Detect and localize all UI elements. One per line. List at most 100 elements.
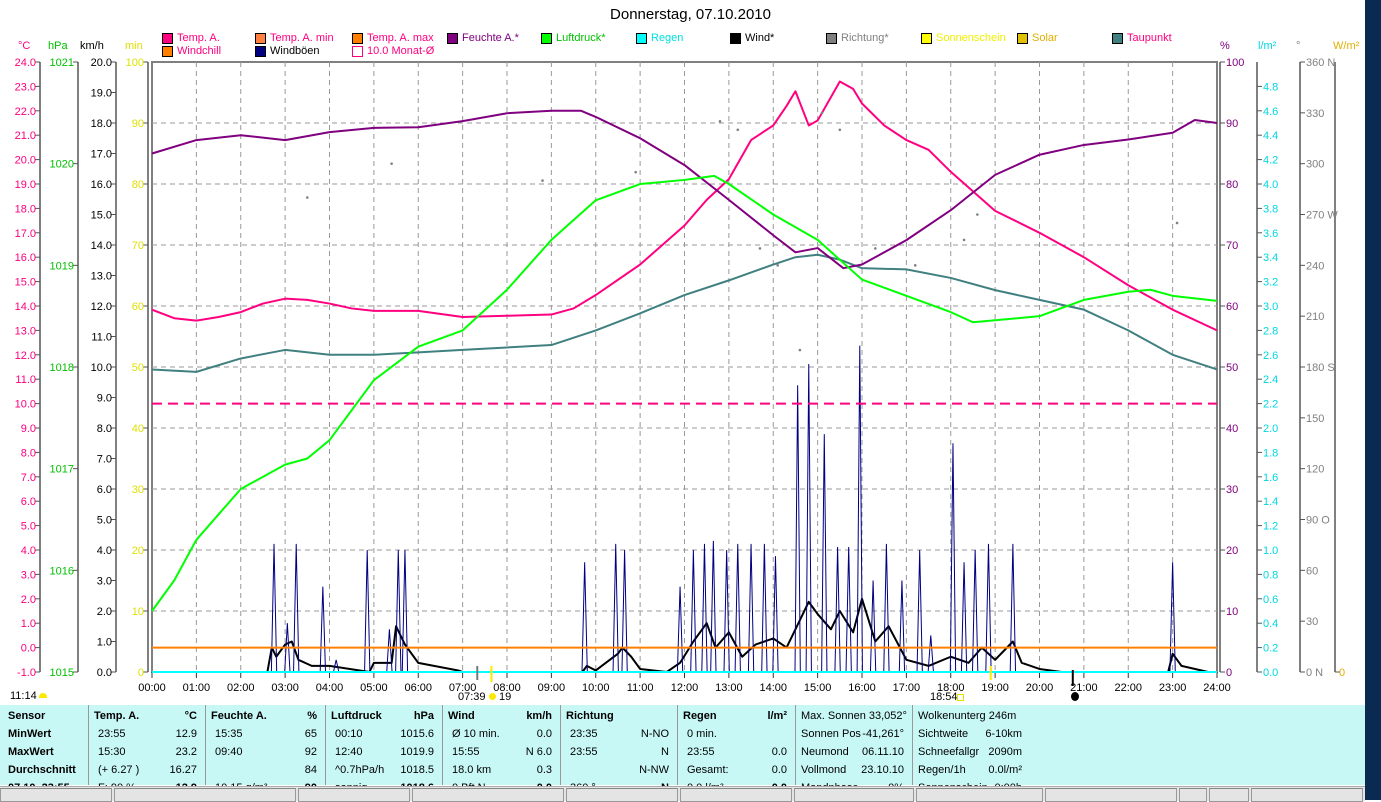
table-cell: MaxWert (8, 746, 54, 758)
sun-tick-label: 90 (132, 118, 144, 130)
sunrise-time-label: 07:39 (458, 691, 486, 703)
wind-tick-label: 6.0 (97, 484, 112, 496)
table-cell: 23.2 (175, 746, 197, 758)
x-tick-label: 03:00 (271, 682, 299, 694)
rain-tick-label: 4.0 (1263, 179, 1278, 191)
moon-time-label: 11:14 (10, 690, 37, 702)
direction-point (976, 213, 979, 216)
legend-item: Luftdruck* (541, 32, 606, 44)
temp-tick-label: 23.0 (15, 81, 36, 93)
legend-swatch (921, 32, 932, 44)
wind-tick-label: 20.0 (91, 57, 112, 69)
table-column: Richtung23:35N-NO23:55NN-NW360 °N (560, 705, 678, 794)
rain-tick-label: 1.2 (1263, 521, 1278, 533)
direction-point (874, 247, 877, 250)
temp-tick-label: 7.0 (21, 472, 36, 484)
table-column: Regenl/m²0 min.23:550.0Gesamt:0.00.0 l/m… (677, 705, 796, 794)
pressure-tick-label: 1021 (50, 57, 74, 69)
rain-tick-label: 0.2 (1263, 643, 1278, 655)
table-cell: Vollmond (801, 764, 847, 776)
table-column: Temp. A. °C 23:55 12.9 15:30 23.2 (+ 6.27 ) 16.… (88, 705, 206, 794)
table-cell: 65 (304, 728, 317, 740)
table-cell: 16.27 (169, 764, 197, 776)
sun-tick-label: 20 (132, 545, 144, 557)
direction-point (1175, 221, 1179, 225)
table-cell: 15:55 (452, 746, 480, 758)
legend-item: Solar (1017, 32, 1058, 44)
temp-tick-label: 4.0 (21, 545, 36, 557)
direction-tick-label: 360 N (1306, 57, 1335, 69)
table-cell: 1018.5 (400, 764, 434, 776)
legend-item: Sonnenschein (921, 32, 1006, 44)
table-cell: 0.0 (771, 746, 787, 758)
direction-point (776, 264, 779, 267)
wind-tick-label: 10.0 (91, 362, 112, 374)
legend-item: Wind* (730, 32, 774, 44)
table-cell: 0.0 (771, 764, 787, 776)
table-cell: 00:10 (335, 728, 363, 740)
sunset-time-label: 18:54 (930, 691, 958, 703)
humidity-tick-label: 80 (1226, 179, 1238, 191)
wind-tick-label: 9.0 (97, 393, 112, 405)
x-tick-label: 15:00 (804, 682, 832, 694)
table-cell: 09:40 (215, 746, 243, 758)
legend-swatch (352, 45, 363, 57)
humidity-tick-label: 50 (1226, 362, 1238, 374)
table-cell: 23:55 (570, 746, 598, 758)
window-background (1365, 0, 1381, 800)
direction-tick-label: 300 (1306, 159, 1324, 171)
table-cell: Richtung (566, 710, 614, 722)
table-cell: Temp. A. (94, 710, 140, 722)
table-cell: N-NO (640, 728, 669, 740)
direction-tick-label: 240 (1306, 260, 1324, 272)
direction-point (838, 128, 842, 132)
table-cell: 6-10km (985, 728, 1022, 740)
rain-tick-label: 2.8 (1263, 325, 1278, 337)
table-column: Wolkenunterg 246m Sichtweite 6-10km Schneef… (912, 705, 1112, 794)
legend-item: Regen (636, 32, 683, 44)
temp-tick-label: 0.0 (21, 643, 36, 655)
temp-tick-label: 11.0 (15, 374, 36, 386)
x-tick-label: 09:00 (538, 682, 566, 694)
rain-tick-label: 4.4 (1263, 130, 1278, 142)
table-cell: hPa (413, 710, 434, 722)
temp-tick-label: 6.0 (21, 496, 36, 508)
wind-tick-label: 8.0 (97, 423, 112, 435)
x-tick-label: 16:00 (848, 682, 876, 694)
direction-tick-label: 60 (1306, 565, 1318, 577)
rain-tick-label: 1.0 (1263, 545, 1278, 557)
table-cell: 23:55 (687, 746, 715, 758)
legend-item: Temp. A. min (255, 32, 334, 44)
table-cell: Neumond (801, 746, 849, 758)
humidity-tick-label: 20 (1226, 545, 1238, 557)
sun-icon (489, 693, 496, 700)
direction-tick-label: 180 S (1306, 362, 1335, 374)
direction-point (758, 247, 762, 250)
rain-tick-label: 3.8 (1263, 203, 1278, 215)
x-tick-label: 24:00 (1203, 682, 1231, 694)
humidity-tick-label: 70 (1226, 240, 1238, 252)
wind-tick-label: 15.0 (91, 210, 112, 222)
sun-tick-label: 100 (126, 57, 144, 69)
rain-tick-label: 1.8 (1263, 447, 1278, 459)
x-tick-label: 13:00 (715, 682, 743, 694)
rain-tick-label: 2.0 (1263, 423, 1278, 435)
table-cell: 23:35 (570, 728, 598, 740)
wind-tick-label: 0.0 (97, 667, 112, 679)
table-cell: 23.10.10 (861, 764, 904, 776)
direction-point (718, 120, 722, 123)
rain-tick-label: 0.8 (1263, 569, 1278, 581)
axis-unit-label: % (1220, 40, 1230, 52)
legend-label: Temp. A. max (367, 32, 434, 44)
legend-swatch (1017, 32, 1028, 44)
legend-label: Temp. A. min (270, 32, 334, 44)
legend-label: Luftdruck* (556, 32, 606, 44)
humidity-tick-label: 30 (1226, 484, 1238, 496)
sun-tick-label: 80 (132, 179, 144, 191)
table-cell: Sichtweite (918, 728, 969, 740)
temp-tick-label: 24.0 (15, 57, 36, 69)
table-cell: °C (184, 710, 197, 722)
rain-tick-label: 2.2 (1263, 399, 1278, 411)
direction-tick-label: 330 (1306, 108, 1324, 120)
table-cell: Wolkenunterg 246m (918, 710, 1017, 722)
